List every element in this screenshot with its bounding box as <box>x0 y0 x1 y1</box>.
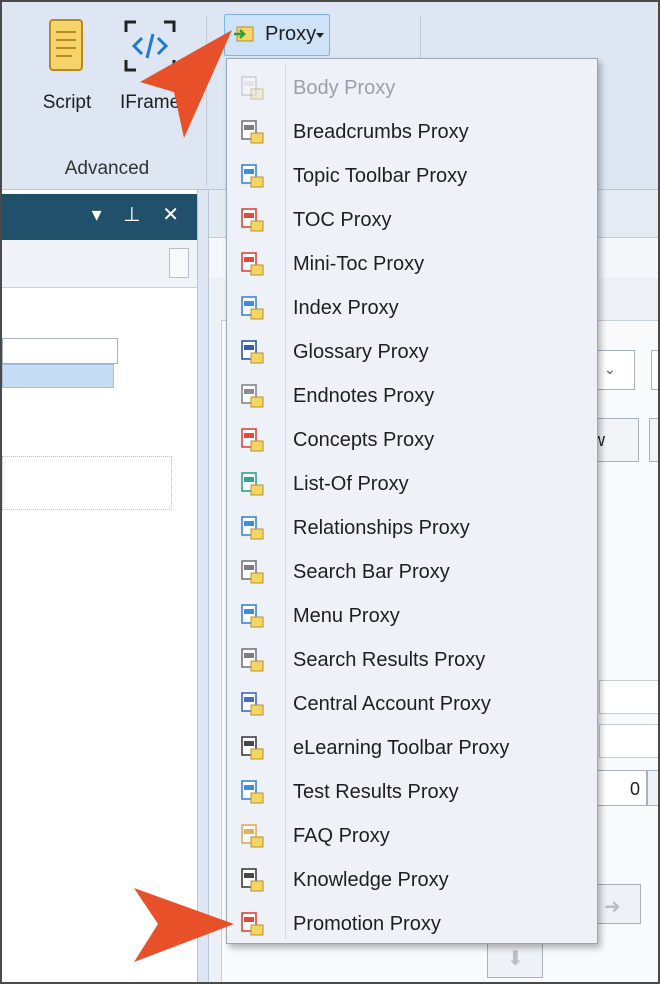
editor-control-edge[interactable] <box>651 350 658 390</box>
menu-item-label: Search Bar Proxy <box>293 561 450 583</box>
menu-item-label: Body Proxy <box>293 77 396 99</box>
pane-body <box>2 288 197 982</box>
app-window: Script IFrame Advanced Proxy ▾ ⊥ ✕ ⌄ 0 ➜… <box>0 0 660 984</box>
menu-item-label: Test Results Proxy <box>293 781 459 803</box>
menu-item-label: Knowledge Proxy <box>293 869 449 891</box>
menu-proxy-icon <box>241 604 264 628</box>
editor-spinner-input[interactable]: 0 <box>597 770 647 806</box>
menu-item-topic-toolbar-proxy[interactable]: Topic Toolbar Proxy <box>229 153 595 197</box>
menu-item-central-account-proxy[interactable]: Central Account Proxy <box>229 681 595 725</box>
menu-item-label: Concepts Proxy <box>293 429 435 451</box>
pane-menu-button[interactable] <box>169 248 189 278</box>
menu-item-breadcrumbs-proxy[interactable]: Breadcrumbs Proxy <box>229 109 595 153</box>
menu-item-index-proxy[interactable]: Index Proxy <box>229 285 595 329</box>
pane-header: ▾ ⊥ ✕ <box>2 194 197 240</box>
menu-item-label: Relationships Proxy <box>293 517 470 539</box>
topic-toolbar-proxy-icon <box>241 164 264 188</box>
menu-item-label: Menu Proxy <box>293 605 400 627</box>
menu-item-label: TOC Proxy <box>293 209 392 231</box>
mini-toc-proxy-icon <box>241 252 264 276</box>
callout-arrow-proxy-icon <box>140 30 232 138</box>
knowledge-proxy-icon <box>241 868 264 892</box>
spinner-arrows[interactable] <box>647 770 658 806</box>
concepts-proxy-icon <box>241 428 264 452</box>
menu-item-label: List-Of Proxy <box>293 473 409 495</box>
elearning-toolbar-proxy-icon <box>241 736 264 760</box>
menu-item-label: Endnotes Proxy <box>293 385 435 407</box>
menu-item-label: FAQ Proxy <box>293 825 390 847</box>
index-proxy-icon <box>241 296 264 320</box>
relationships-proxy-icon <box>241 516 264 540</box>
proxy-dropdown-menu: Body Proxy Breadcrumbs Proxy Topic Toolbar… <box>226 58 598 944</box>
menu-item-mini-toc-proxy[interactable]: Mini-Toc Proxy <box>229 241 595 285</box>
chevron-down-icon: ⌄ <box>604 361 616 377</box>
menu-item-menu-proxy[interactable]: Menu Proxy <box>229 593 595 637</box>
spinner-value: 0 <box>629 779 640 799</box>
editor-combo-2[interactable] <box>599 724 658 758</box>
pane-selected-row[interactable] <box>2 364 114 388</box>
callout-arrow-promotion-icon <box>134 888 234 962</box>
script-icon <box>49 19 83 71</box>
menu-item-concepts-proxy[interactable]: Concepts Proxy <box>229 417 595 461</box>
search-results-proxy-icon <box>241 648 264 672</box>
menu-item-label: Search Results Proxy <box>293 649 486 671</box>
proxy-label: Proxy <box>265 23 317 45</box>
menu-item-label: Mini-Toc Proxy <box>293 253 425 275</box>
menu-item-list-of-proxy[interactable]: List-Of Proxy <box>229 461 595 505</box>
list-of-proxy-icon <box>241 472 264 496</box>
breadcrumbs-proxy-icon <box>241 120 264 144</box>
menu-item-body-proxy: Body Proxy <box>229 65 595 109</box>
menu-item-search-bar-proxy[interactable]: Search Bar Proxy <box>229 549 595 593</box>
menu-item-label: Central Account Proxy <box>293 693 491 715</box>
menu-item-knowledge-proxy[interactable]: Knowledge Proxy <box>229 857 595 901</box>
glossary-proxy-icon <box>241 340 264 364</box>
menu-item-glossary-proxy[interactable]: Glossary Proxy <box>229 329 595 373</box>
menu-item-label: Breadcrumbs Proxy <box>293 121 469 143</box>
editor-combo-1[interactable] <box>599 680 658 714</box>
menu-item-label: Promotion Proxy <box>293 913 441 935</box>
pane-dotted-placeholder <box>2 456 172 510</box>
pane-toolbar <box>2 240 197 288</box>
script-label: Script <box>42 92 92 113</box>
search-bar-proxy-icon <box>241 560 264 584</box>
menu-item-test-results-proxy[interactable]: Test Results Proxy <box>229 769 595 813</box>
arrow-right-icon: ➜ <box>604 896 621 918</box>
menu-item-relationships-proxy[interactable]: Relationships Proxy <box>229 505 595 549</box>
endnotes-proxy-icon <box>241 384 264 408</box>
faq-proxy-icon <box>241 824 264 848</box>
menu-item-search-results-proxy[interactable]: Search Results Proxy <box>229 637 595 681</box>
menu-item-elearning-toolbar-proxy[interactable]: eLearning Toolbar Proxy <box>229 725 595 769</box>
central-account-proxy-icon <box>241 692 264 716</box>
ribbon-group-label: Advanced <box>64 158 150 179</box>
toc-proxy-icon <box>241 208 264 232</box>
menu-item-label: Index Proxy <box>293 297 399 319</box>
chevron-down-icon <box>316 33 324 38</box>
menu-item-label: Topic Toolbar Proxy <box>293 165 468 187</box>
menu-item-endnotes-proxy[interactable]: Endnotes Proxy <box>229 373 595 417</box>
menu-item-label: eLearning Toolbar Proxy <box>293 737 510 759</box>
pane-input-field[interactable] <box>2 338 118 364</box>
menu-item-faq-proxy[interactable]: FAQ Proxy <box>229 813 595 857</box>
menu-item-toc-proxy[interactable]: TOC Proxy <box>229 197 595 241</box>
promotion-proxy-icon <box>241 912 264 936</box>
pane-header-controls[interactable]: ▾ ⊥ ✕ <box>92 202 187 227</box>
arrow-down-icon: ⬇ <box>507 948 524 970</box>
body-proxy-icon <box>241 76 264 100</box>
menu-item-promotion-proxy[interactable]: Promotion Proxy <box>229 901 595 945</box>
splitter[interactable] <box>197 190 209 982</box>
test-results-proxy-icon <box>241 780 264 804</box>
editor-button-edge[interactable] <box>649 418 658 462</box>
script-button[interactable]: Script <box>32 14 102 122</box>
menu-item-label: Glossary Proxy <box>293 341 429 363</box>
